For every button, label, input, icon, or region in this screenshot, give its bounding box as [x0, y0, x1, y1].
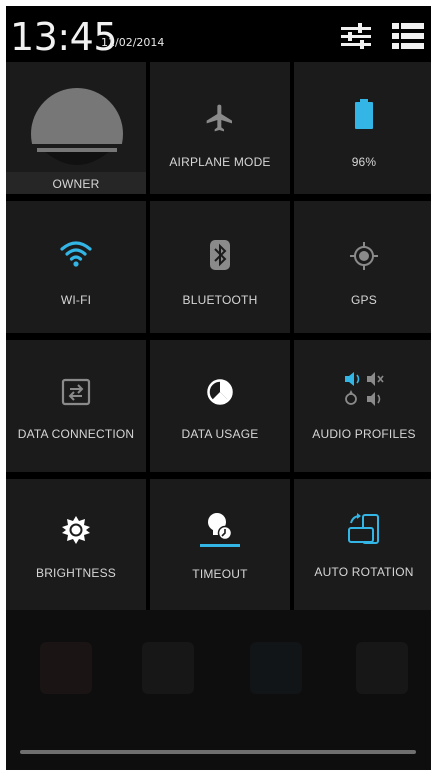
tile-wifi[interactable]: WI-FI: [6, 201, 146, 333]
notifications-list-button[interactable]: [390, 20, 426, 52]
tile-brightness[interactable]: BRIGHTNESS: [6, 479, 146, 611]
tile-bluetooth-label: BLUETOOTH: [182, 293, 258, 307]
timeout-icon: [200, 513, 240, 547]
tile-battery-label: 96%: [351, 155, 377, 169]
data-usage-icon: [207, 379, 233, 405]
home-screen-background: [6, 610, 431, 770]
tile-airplane-mode[interactable]: AIRPLANE MODE: [150, 62, 290, 194]
background-app-icon: [40, 642, 92, 694]
audio-profiles-icon: [345, 372, 384, 406]
battery-icon: [355, 99, 373, 129]
tile-auto-rotation[interactable]: AUTO ROTATION: [294, 479, 431, 611]
tile-auto-rotation-label: AUTO ROTATION: [314, 565, 414, 579]
tile-audio-profiles[interactable]: AUDIO PROFILES: [294, 340, 431, 472]
tile-wifi-label: WI-FI: [60, 293, 92, 307]
sun-icon: [62, 516, 90, 544]
tile-data-connection[interactable]: DATA CONNECTION: [6, 340, 146, 472]
rotation-icon: [348, 513, 379, 544]
list-icon: [392, 23, 424, 49]
status-bar: 13:45 11/02/2014: [6, 6, 431, 62]
tile-audio-profiles-label: AUDIO PROFILES: [312, 427, 416, 441]
phone-screen: 13:45 11/02/2014 OWNER AIRPLANE MODE 96%…: [6, 6, 431, 770]
sliders-icon: [341, 23, 371, 49]
background-app-icon: [356, 642, 408, 694]
data-connection-icon: [61, 378, 91, 406]
tile-owner[interactable]: OWNER: [6, 62, 146, 194]
tile-data-connection-label: DATA CONNECTION: [17, 427, 135, 441]
tile-gps-label: GPS: [351, 293, 377, 307]
panel-drag-handle[interactable]: [20, 750, 416, 754]
background-app-icon: [250, 642, 302, 694]
tile-timeout-label: TIMEOUT: [192, 567, 248, 581]
wifi-icon: [60, 241, 92, 267]
tile-timeout[interactable]: TIMEOUT: [150, 479, 290, 611]
background-app-icon: [142, 642, 194, 694]
clock-date: 11/02/2014: [101, 36, 165, 49]
quick-settings-grid: OWNER AIRPLANE MODE 96% WI-FI BLUETOOTH …: [6, 62, 431, 611]
gps-icon: [350, 242, 378, 270]
tile-owner-label: OWNER: [52, 177, 100, 191]
bluetooth-icon: [210, 240, 230, 270]
tile-airplane-mode-label: AIRPLANE MODE: [169, 155, 271, 169]
quick-settings-button[interactable]: [338, 20, 374, 52]
tile-data-usage-label: DATA USAGE: [181, 427, 259, 441]
avatar: [31, 88, 123, 180]
tile-battery[interactable]: 96%: [294, 62, 431, 194]
tile-bluetooth[interactable]: BLUETOOTH: [150, 201, 290, 333]
airplane-icon: [206, 104, 232, 132]
tile-brightness-label: BRIGHTNESS: [35, 566, 116, 580]
tile-data-usage[interactable]: DATA USAGE: [150, 340, 290, 472]
tile-gps[interactable]: GPS: [294, 201, 431, 333]
